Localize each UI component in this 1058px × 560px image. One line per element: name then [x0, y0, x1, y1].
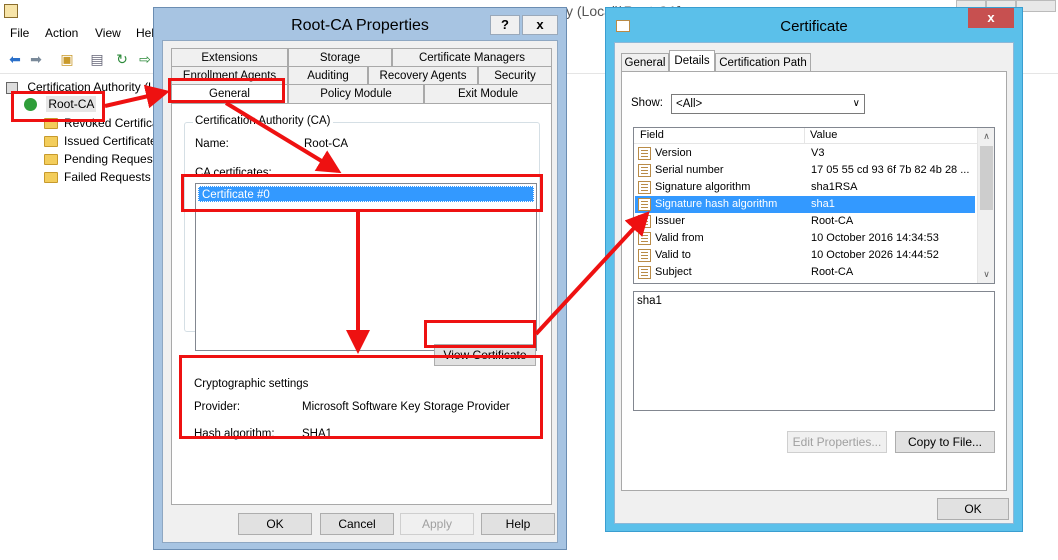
arrow-view-cert-to-hash-row — [534, 211, 650, 336]
annotation-arrows — [104, 84, 650, 354]
arrow-tree-to-general — [104, 84, 170, 109]
arrow-general-to-certificate — [224, 101, 342, 174]
